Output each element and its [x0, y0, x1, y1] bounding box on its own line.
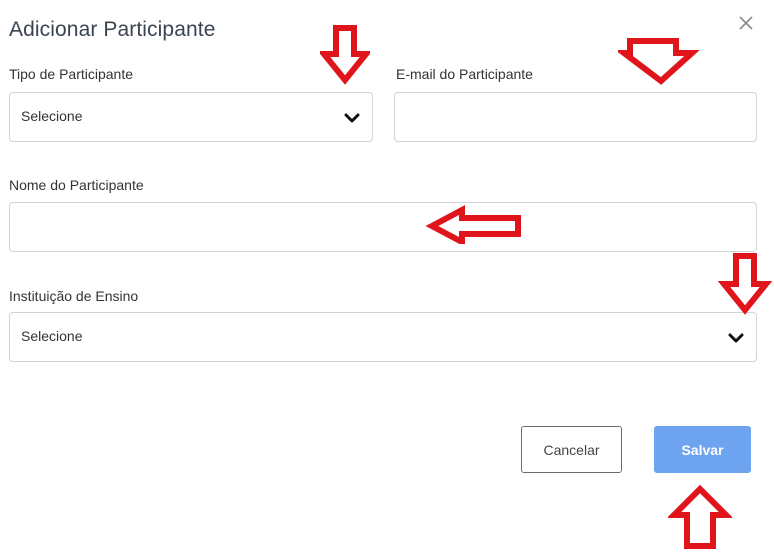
red-arrow-left-icon: [426, 205, 521, 244]
tipo-participante-label: Tipo de Participante: [9, 66, 133, 82]
dialog-title: Adicionar Participante: [9, 18, 216, 41]
tipo-participante-value: Selecione: [21, 108, 83, 124]
red-arrow-down-icon: [320, 25, 370, 85]
close-icon[interactable]: [735, 12, 757, 34]
tipo-participante-select[interactable]: Selecione: [9, 92, 373, 142]
nome-participante-input[interactable]: [9, 202, 757, 252]
instituicao-ensino-label: Instituição de Ensino: [9, 288, 139, 304]
email-participante-input[interactable]: [394, 92, 757, 142]
instituicao-ensino-select[interactable]: Selecione: [9, 312, 757, 362]
add-participant-dialog: Adicionar Participante Tipo de Participa…: [0, 0, 774, 553]
chevron-down-icon: [728, 333, 744, 343]
red-arrow-up-icon: [668, 484, 732, 549]
cancel-button[interactable]: Cancelar: [521, 426, 622, 473]
save-button[interactable]: Salvar: [654, 426, 751, 473]
red-arrow-down-icon: [618, 38, 700, 85]
red-arrow-down-icon: [718, 253, 772, 315]
instituicao-ensino-value: Selecione: [21, 328, 83, 344]
email-participante-label: E-mail do Participante: [396, 66, 533, 82]
nome-participante-label: Nome do Participante: [9, 177, 144, 193]
chevron-down-icon: [344, 113, 360, 123]
